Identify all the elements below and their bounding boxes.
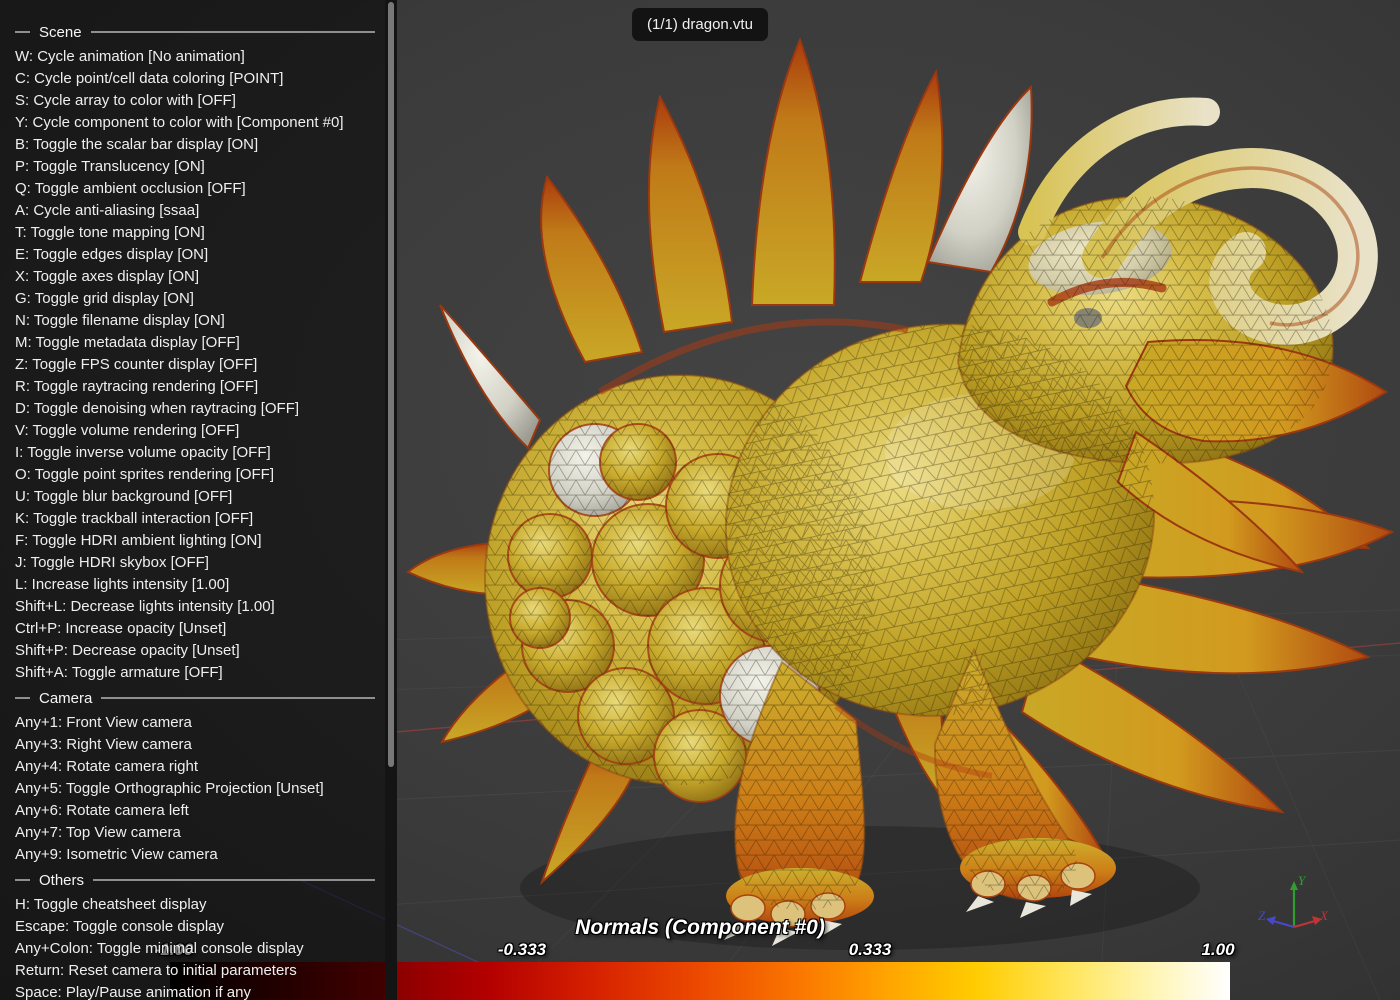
- cheatsheet-item: D: Toggle denoising when raytracing [OFF…: [15, 398, 375, 420]
- cheatsheet-item: M: Toggle metadata display [OFF]: [15, 332, 375, 354]
- cheatsheet-scrollbar[interactable]: [385, 0, 397, 1000]
- cheatsheet-item: Ctrl+P: Increase opacity [Unset]: [15, 618, 375, 640]
- section-rule-left: [15, 31, 30, 33]
- scalar-bar-title: Normals (Component #0): [575, 916, 825, 940]
- cheatsheet-item: I: Toggle inverse volume opacity [OFF]: [15, 442, 375, 464]
- cheatsheet-item: Q: Toggle ambient occlusion [OFF]: [15, 178, 375, 200]
- cheatsheet-item: P: Toggle Translucency [ON]: [15, 156, 375, 178]
- cheatsheet-item: R: Toggle raytracing rendering [OFF]: [15, 376, 375, 398]
- cheatsheet-item: U: Toggle blur background [OFF]: [15, 486, 375, 508]
- cheatsheet-item: N: Toggle filename display [ON]: [15, 310, 375, 332]
- section-header-scene: Scene: [15, 21, 375, 43]
- cheatsheet-item: H: Toggle cheatsheet display: [15, 894, 375, 916]
- cheatsheet-item: J: Toggle HDRI skybox [OFF]: [15, 552, 375, 574]
- cheatsheet-item: L: Increase lights intensity [1.00]: [15, 574, 375, 596]
- section-title: Scene: [39, 24, 82, 41]
- cheatsheet-item: E: Toggle edges display [ON]: [15, 244, 375, 266]
- cheatsheet-item: G: Toggle grid display [ON]: [15, 288, 375, 310]
- section-title: Others: [39, 872, 84, 889]
- cheatsheet-item: Y: Cycle component to color with [Compon…: [15, 112, 375, 134]
- cheatsheet-item: Shift+L: Decrease lights intensity [1.00…: [15, 596, 375, 618]
- cheatsheet-item: Any+6: Rotate camera left: [15, 800, 375, 822]
- cheatsheet-item: Any+7: Top View camera: [15, 822, 375, 844]
- cheatsheet-item: Shift+P: Decrease opacity [Unset]: [15, 640, 375, 662]
- section-header-others: Others: [15, 869, 375, 891]
- cheatsheet-item: W: Cycle animation [No animation]: [15, 46, 375, 68]
- cheatsheet-item: Any+4: Rotate camera right: [15, 756, 375, 778]
- axis-label-z: Z: [1258, 908, 1266, 923]
- cheatsheet-item: K: Toggle trackball interaction [OFF]: [15, 508, 375, 530]
- cheatsheet-item: Escape: Toggle console display: [15, 916, 375, 938]
- cheatsheet-item: Any+9: Isometric View camera: [15, 844, 375, 866]
- cheatsheet-item: V: Toggle volume rendering [OFF]: [15, 420, 375, 442]
- cheatsheet-item: F: Toggle HDRI ambient lighting [ON]: [15, 530, 375, 552]
- section-title: Camera: [39, 690, 92, 707]
- section-rule-right: [101, 697, 375, 699]
- scalar-bar-tick: 1.00: [1201, 940, 1234, 960]
- section-rule-right: [93, 879, 375, 881]
- cheatsheet-item: O: Toggle point sprites rendering [OFF]: [15, 464, 375, 486]
- cheatsheet-item: Shift+A: Toggle armature [OFF]: [15, 662, 375, 684]
- cheatsheet-item: B: Toggle the scalar bar display [ON]: [15, 134, 375, 156]
- cheatsheet-item: Any+3: Right View camera: [15, 734, 375, 756]
- cheatsheet-item: Space: Play/Pause animation if any: [15, 982, 375, 1000]
- section-rule-left: [15, 697, 30, 699]
- scalar-bar-tick: 0.333: [849, 940, 892, 960]
- cheatsheet-item: Any+1: Front View camera: [15, 712, 375, 734]
- cheatsheet-item: T: Toggle tone mapping [ON]: [15, 222, 375, 244]
- cheatsheet-item: C: Cycle point/cell data coloring [POINT…: [15, 68, 375, 90]
- scrollbar-thumb[interactable]: [388, 2, 394, 767]
- filename-display: (1/1) dragon.vtu: [632, 8, 768, 41]
- axis-label-x: X: [1319, 908, 1329, 923]
- axes-widget: Y X Z: [1258, 873, 1329, 927]
- section-rule-right: [91, 31, 375, 33]
- section-rule-left: [15, 879, 30, 881]
- cheatsheet-item: Any+5: Toggle Orthographic Projection [U…: [15, 778, 375, 800]
- cheatsheet-item: S: Cycle array to color with [OFF]: [15, 90, 375, 112]
- cheatsheet-item: Any+Colon: Toggle minimal console displa…: [15, 938, 375, 960]
- cheatsheet-item: Z: Toggle FPS counter display [OFF]: [15, 354, 375, 376]
- cheatsheet-item: A: Cycle anti-aliasing [ssaa]: [15, 200, 375, 222]
- dragon-model: [408, 40, 1392, 946]
- section-header-camera: Camera: [15, 687, 375, 709]
- cheatsheet-item: Return: Reset camera to initial paramete…: [15, 960, 375, 982]
- scalar-bar-tick: -0.333: [498, 940, 546, 960]
- cheatsheet-item: X: Toggle axes display [ON]: [15, 266, 375, 288]
- axis-label-y: Y: [1298, 873, 1307, 888]
- cheatsheet-panel: Scene W: Cycle animation [No animation] …: [0, 0, 385, 1000]
